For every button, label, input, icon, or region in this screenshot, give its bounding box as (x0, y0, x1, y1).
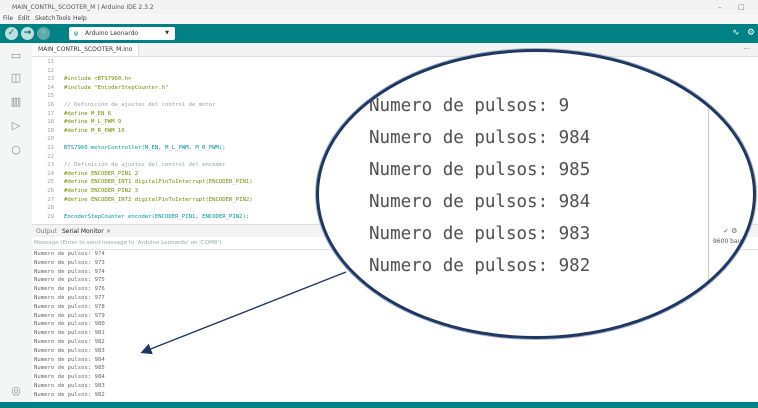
serial-line: Numero de pulsos: 981 (34, 330, 105, 337)
line-number: 24 (47, 170, 54, 177)
line-number: 11 (47, 59, 54, 65)
message-placeholder: Message (Enter to send message to 'Ardui… (34, 240, 222, 246)
serial-line: Numero de pulsos: 985 (34, 365, 105, 372)
line-number: 22 (47, 153, 54, 160)
board-name: Arduino Leonardo (85, 30, 139, 37)
line-number: 17 (47, 110, 54, 117)
code-line: // Definición de ajustes del control del… (64, 162, 226, 169)
close-icon[interactable]: × (106, 228, 111, 235)
code-line: #define M_EN 6 (64, 110, 112, 117)
code-line: #define ENCODER_PIN2 3 (64, 188, 139, 194)
minimize-button[interactable]: – (718, 3, 722, 11)
menu-file[interactable]: File (3, 15, 13, 22)
magnified-serial-line: Numero de pulsos: 984 (369, 192, 591, 212)
serial-line: Numero de pulsos: 984 (34, 356, 105, 363)
tab-serial-monitor[interactable]: Serial Monitor (62, 228, 104, 235)
serial-line: Numero de pulsos: 977 (34, 295, 105, 301)
library-manager-icon[interactable]: ▥ (9, 95, 23, 108)
serial-line: Numero de pulsos: 973 (34, 259, 105, 266)
line-number: 15 (47, 93, 54, 100)
title-bar: MAIN_CONTRL_SCOOTER_M | Arduino IDE 2.3.… (0, 0, 758, 14)
code-line: BTS7960 motorController(M_EN, M_L_PWM, M… (64, 145, 226, 151)
status-bar (0, 402, 758, 408)
chevron-down-icon: ▼ (165, 30, 169, 36)
line-number: 23 (47, 162, 54, 169)
check-icon: ✓ (7, 28, 16, 38)
line-number: 20 (47, 136, 54, 143)
serial-line: Numero de pulsos: 980 (34, 321, 105, 328)
code-line: // Definición de ajustes del control de … (64, 102, 216, 108)
magnified-serial-line: Numero de pulsos: 9 (369, 96, 570, 116)
folder-icon[interactable]: ▭ (9, 49, 23, 62)
magnified-baud: 9600 baud (713, 238, 746, 245)
board-manager-icon[interactable]: ◫ (9, 71, 23, 84)
upload-button[interactable]: → (21, 27, 34, 40)
debug-button[interactable]: ◦ (37, 27, 50, 40)
arrow-right-icon: → (23, 28, 32, 38)
line-number: 28 (47, 205, 54, 212)
line-number: 26 (47, 188, 54, 194)
serial-line: Numero de pulsos: 978 (34, 303, 105, 310)
line-number: 16 (47, 102, 54, 108)
account-icon[interactable]: ◎ (9, 384, 23, 397)
verify-button[interactable]: ✓ (5, 27, 18, 40)
code-line: #define ENCODER_INT2 digitalPinToInterru… (64, 196, 253, 203)
code-line: #define M_R_PWM 10 (64, 127, 125, 134)
code-line: #include <BTS7960.h> (64, 76, 132, 83)
maximize-button[interactable]: □ (738, 3, 745, 11)
serial-line: Numero de pulsos: 974 (34, 268, 105, 275)
serial-line: Numero de pulsos: 983 (34, 347, 105, 354)
debug-sidebar-icon[interactable]: ▷ (9, 119, 23, 132)
magnified-serial-line: Numero de pulsos: 984 (369, 128, 591, 148)
sidebar: ▭ ◫ ▥ ▷ ○ ◎ (0, 43, 33, 404)
toolbar: ✓ → ◦ ψ Arduino Leonardo ▼ ∿ ⚙ (0, 24, 758, 43)
tab-output[interactable]: Output (36, 228, 57, 235)
line-number: 29 (47, 213, 54, 220)
serial-line: Numero de pulsos: 9?4 (34, 251, 105, 257)
search-icon[interactable]: ○ (9, 143, 23, 156)
code-line: #include "EncoderStepCounter.h" (64, 84, 169, 91)
menu-tools[interactable]: Tools (56, 15, 71, 22)
code-line: EncoderStepCounter encoder(ENCODER_PIN1,… (64, 213, 250, 220)
debug-icon: ◦ (40, 28, 47, 38)
line-number: 18 (47, 119, 54, 126)
menu-help[interactable]: Help (73, 15, 87, 22)
code-line: #define ENCODER_INT1 digitalPinToInterru… (64, 179, 253, 186)
serial-monitor-icon[interactable]: ⚙ (747, 28, 755, 38)
serial-line: Numero de pulsos: 975 (34, 277, 105, 284)
line-number: 27 (47, 196, 54, 203)
serial-line: Numero de pulsos: 979 (34, 312, 105, 319)
magnified-serial-line: Numero de pulsos: 982 (369, 256, 591, 276)
magnified-serial-output: Numero de pulsos: 9 Numero de pulsos: 984… (319, 52, 753, 336)
line-number: 13 (47, 76, 54, 83)
magnified-serial-line: Numero de pulsos: 983 (369, 224, 591, 244)
line-number: 12 (47, 67, 54, 74)
code-line: #define M_L_PWM 9 (64, 119, 122, 126)
window-title: MAIN_CONTRL_SCOOTER_M | Arduino IDE 2.3.… (12, 4, 154, 11)
line-number: 21 (47, 145, 54, 151)
serial-plotter-icon[interactable]: ∿ (732, 28, 740, 38)
menu-bar: File Edit Sketch Tools Help (0, 14, 758, 24)
serial-line: Numero de pulsos: 976 (34, 286, 105, 293)
magnified-panel-edge (708, 52, 709, 336)
menu-sketch[interactable]: Sketch (35, 15, 55, 22)
tab-main-file[interactable]: MAIN_CONTRL_SCOOTER_M.ino (32, 43, 140, 56)
line-number: 19 (47, 127, 54, 134)
serial-line: Numero de pulsos: 983 (34, 383, 105, 389)
serial-line: Numero de pulsos: 982 (34, 391, 105, 398)
zoom-magnifier: Numero de pulsos: 9 Numero de pulsos: 984… (316, 49, 756, 339)
serial-line: Numero de pulsos: 984 (34, 374, 105, 381)
board-selector[interactable]: ψ Arduino Leonardo ▼ (69, 27, 175, 40)
usb-icon: ψ (74, 30, 78, 37)
serial-line: Numero de pulsos: 982 (34, 339, 105, 345)
line-number: 14 (47, 84, 54, 91)
magnified-serial-line: Numero de pulsos: 985 (369, 160, 591, 180)
menu-edit[interactable]: Edit (18, 15, 30, 22)
magnified-settings-icon: ✓ ⚙ (723, 227, 738, 235)
line-number: 25 (47, 179, 54, 186)
code-line: #define ENCODER_PIN1 2 (64, 170, 139, 177)
